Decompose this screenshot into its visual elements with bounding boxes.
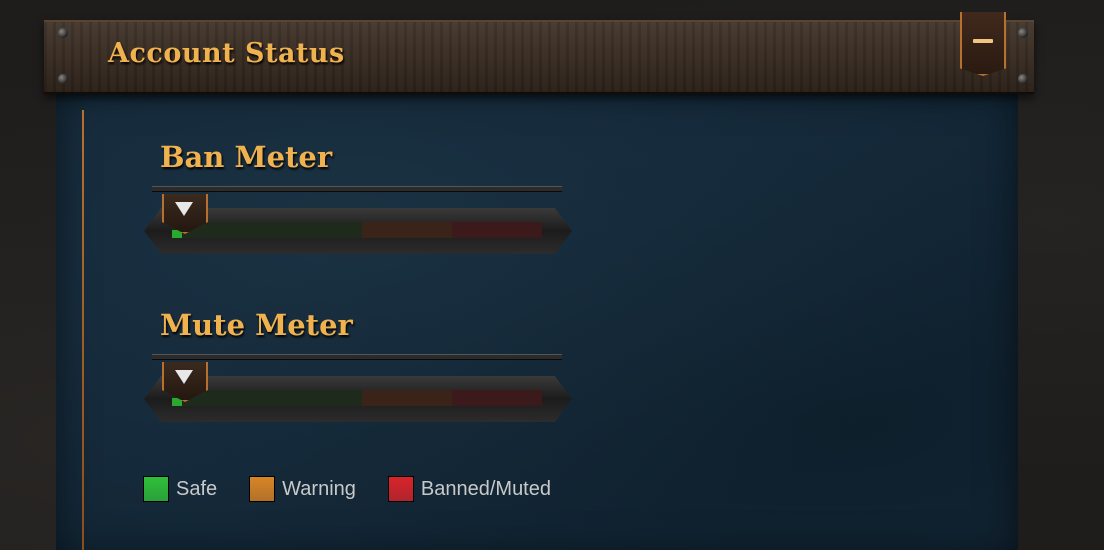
legend-item-banned: Banned/Muted xyxy=(387,476,551,502)
rivet-icon xyxy=(1018,74,1028,84)
rivet-icon xyxy=(58,74,68,84)
account-status-page: Account Status Ban Meter Mute Meter Safe… xyxy=(0,0,1104,550)
panel-title: Account Status xyxy=(108,38,345,69)
legend-item-warning: Warning xyxy=(249,476,356,502)
ban-meter-banned-zone xyxy=(452,222,542,238)
panel-header: Account Status xyxy=(44,20,1034,94)
ban-meter-warning-zone xyxy=(362,222,452,238)
rivet-icon xyxy=(1018,28,1028,38)
mute-meter-title: Mute Meter xyxy=(160,308,353,342)
mute-meter-banned-zone xyxy=(452,390,542,406)
legend-label-banned: Banned/Muted xyxy=(420,477,551,500)
ban-meter-title: Ban Meter xyxy=(160,140,333,174)
mute-meter-track xyxy=(172,390,542,406)
mute-meter-divider xyxy=(152,354,562,360)
legend-label-safe: Safe xyxy=(176,477,218,500)
minus-icon xyxy=(973,39,993,43)
rivet-icon xyxy=(58,28,68,38)
ban-meter-divider xyxy=(152,186,562,192)
collapse-button[interactable] xyxy=(960,12,1006,76)
safe-swatch xyxy=(143,476,169,502)
banned-swatch xyxy=(387,476,414,502)
mute-meter-warning-zone xyxy=(362,390,452,406)
legend-label-warning: Warning xyxy=(282,477,356,500)
legend-item-safe: Safe xyxy=(143,476,217,502)
meter-legend: Safe Warning Banned/Muted xyxy=(143,476,583,502)
warning-swatch xyxy=(249,476,276,502)
ban-meter-track xyxy=(172,222,542,238)
